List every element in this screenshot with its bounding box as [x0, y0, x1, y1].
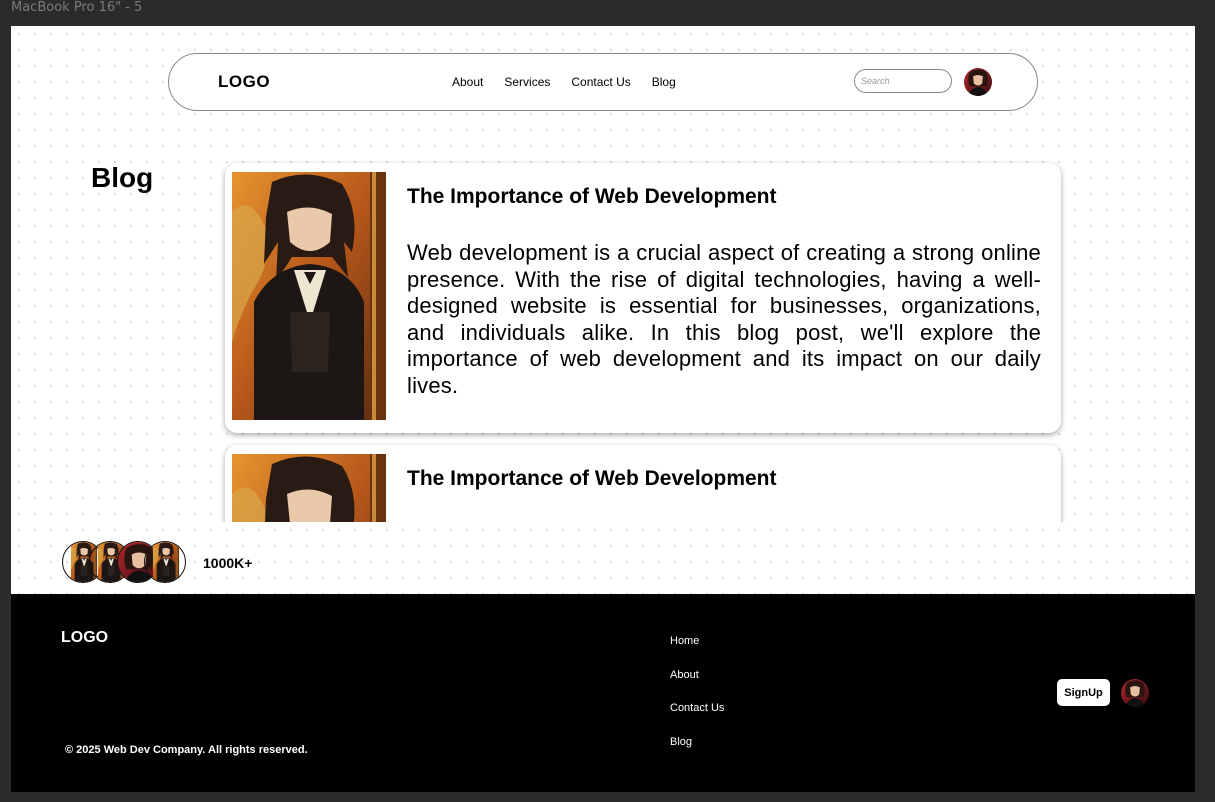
nav-link-about[interactable]: About [452, 75, 483, 89]
search-input[interactable] [854, 69, 952, 93]
post-title[interactable]: The Importance of Web Development [407, 467, 777, 491]
blog-post-list[interactable]: The Importance of Web Development Web de… [219, 160, 1069, 522]
footer-link-contact-us[interactable]: Contact Us [670, 702, 724, 736]
post-body: Web development is a crucial aspect of c… [407, 240, 1041, 398]
blog-post-card[interactable]: The Importance of Web Development Web de… [225, 163, 1061, 433]
footer-links: Home About Contact Us Blog [670, 635, 724, 770]
footer-link-home[interactable]: Home [670, 635, 724, 669]
nav-link-blog[interactable]: Blog [652, 75, 676, 89]
copyright-text: © 2025 Web Dev Company. All rights reser… [65, 744, 308, 756]
footer-link-about[interactable]: About [670, 669, 724, 703]
frame-label: MacBook Pro 16" - 5 [11, 0, 143, 15]
artboard: LOGO About Services Contact Us Blog Blog… [11, 26, 1195, 792]
footer: LOGO Home About Contact Us Blog SignUp ©… [11, 594, 1195, 792]
blog-post-card[interactable]: The Importance of Web Development [225, 445, 1061, 522]
community-count: 1000K+ [203, 555, 253, 571]
navbar: LOGO About Services Contact Us Blog [168, 53, 1038, 111]
community-avatar-icon [144, 541, 186, 583]
header-logo[interactable]: LOGO [218, 72, 270, 92]
user-avatar-icon[interactable] [964, 68, 992, 96]
nav-link-services[interactable]: Services [504, 75, 550, 89]
footer-logo[interactable]: LOGO [61, 629, 108, 647]
user-avatar-icon[interactable] [1121, 679, 1149, 707]
nav-link-contact-us[interactable]: Contact Us [571, 75, 630, 89]
anime-character-image [232, 454, 386, 522]
footer-link-blog[interactable]: Blog [670, 736, 724, 770]
nav-links: About Services Contact Us Blog [452, 75, 676, 89]
anime-character-image [232, 172, 386, 420]
page-title: Blog [91, 162, 154, 193]
signup-button[interactable]: SignUp [1057, 679, 1110, 706]
post-title[interactable]: The Importance of Web Development [407, 185, 777, 209]
